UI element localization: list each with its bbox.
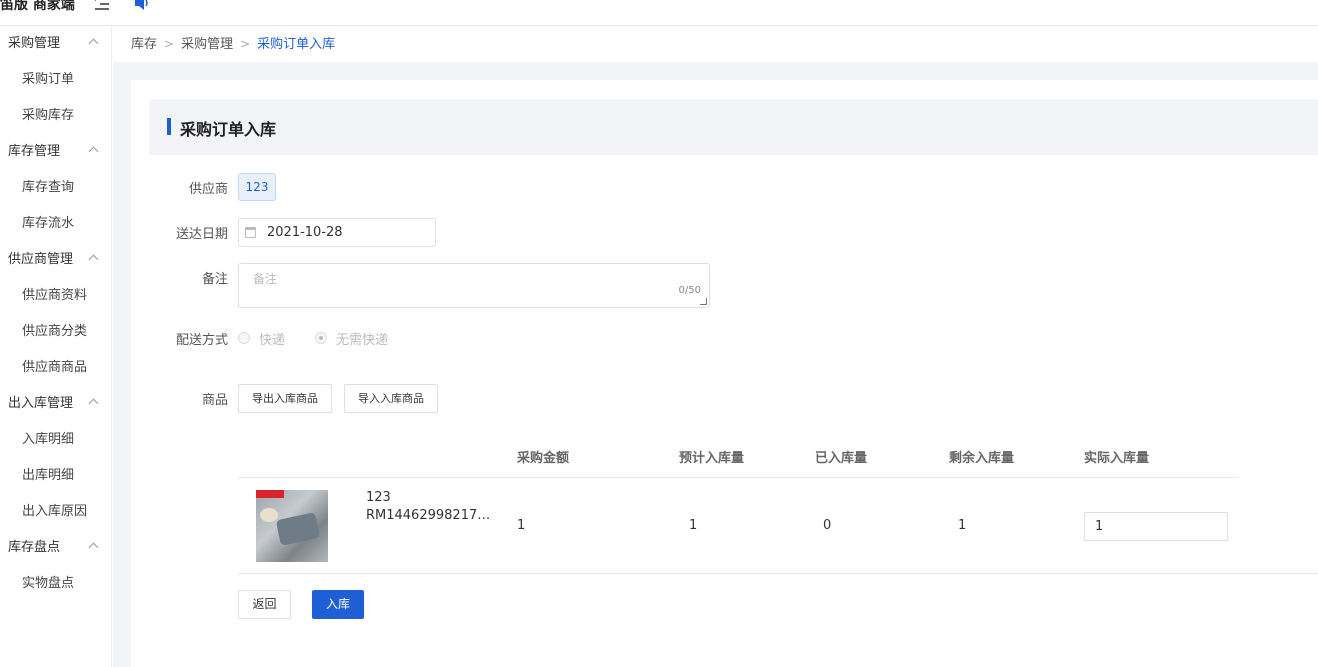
column-header-amount: 采购金额 xyxy=(517,451,570,466)
radio-no-express-label[interactable]: 无需快递 xyxy=(336,329,388,348)
sidebar-item-purchase-stock[interactable]: 采购库存 xyxy=(0,98,111,134)
remark-char-count: 0/50 xyxy=(678,285,701,296)
delivery-method-label: 配送方式 xyxy=(175,333,228,348)
sidebar-item-inventory-query[interactable]: 库存查询 xyxy=(0,170,111,206)
sidebar-item-physical-count[interactable]: 实物盘点 xyxy=(0,566,111,602)
remark-textarea[interactable]: 备注 0/50 xyxy=(238,263,710,308)
sidebar-group-inventory[interactable]: 库存管理 xyxy=(0,134,111,170)
sidebar-group-inout[interactable]: 出入库管理 xyxy=(0,386,111,422)
product-image-detail xyxy=(260,508,278,522)
sidebar-item-purchase-order[interactable]: 采购订单 xyxy=(0,62,111,98)
remark-placeholder: 备注 xyxy=(253,272,278,286)
product-thumbnail xyxy=(256,490,328,562)
top-bar: 笛版 商家端 xyxy=(0,0,1318,26)
app-title: 笛版 商家端 xyxy=(0,0,75,13)
sidebar-group-label: 库存管理 xyxy=(8,144,61,159)
sidebar: 采购管理 采购订单 采购库存 库存管理 库存查询 库存流水 供应商管理 供应商资… xyxy=(0,26,112,667)
table-row: 123 RM144629982177350000 1 1 0 1 1 xyxy=(238,478,1318,574)
speaker-icon[interactable] xyxy=(134,0,150,10)
product-image-detail xyxy=(275,512,321,546)
sidebar-group-label: 供应商管理 xyxy=(8,252,74,267)
calendar-icon xyxy=(245,227,256,238)
cell-expected: 1 xyxy=(689,518,698,533)
section-accent-bar xyxy=(167,118,171,135)
sidebar-item-inbound-detail[interactable]: 入库明细 xyxy=(0,422,111,458)
chevron-up-icon xyxy=(88,254,99,265)
import-goods-button[interactable]: 导入入库商品 xyxy=(344,384,438,413)
sidebar-item-supplier-profile[interactable]: 供应商资料 xyxy=(0,278,111,314)
breadcrumb-item[interactable]: 采购管理 xyxy=(181,37,233,52)
sidebar-group-purchase[interactable]: 采购管理 xyxy=(0,26,111,62)
cell-remaining: 1 xyxy=(958,518,967,533)
breadcrumb-item[interactable]: 库存 xyxy=(131,37,157,52)
sidebar-item-inout-reason[interactable]: 出入库原因 xyxy=(0,494,111,530)
actual-quantity-input[interactable]: 1 xyxy=(1084,512,1228,541)
submit-inbound-button[interactable]: 入库 xyxy=(312,590,364,619)
sidebar-group-label: 库存盘点 xyxy=(8,540,61,555)
breadcrumb: 库存 > 采购管理 > 采购订单入库 xyxy=(113,26,1318,62)
export-goods-button[interactable]: 导出入库商品 xyxy=(238,384,332,413)
delivery-date-value: 2021-10-28 xyxy=(267,225,343,240)
column-header-actual: 实际入库量 xyxy=(1084,451,1150,466)
product-code: RM144629982177350000 xyxy=(366,508,496,523)
cell-received: 0 xyxy=(823,518,832,533)
sidebar-group-stocktake[interactable]: 库存盘点 xyxy=(0,530,111,566)
section-header: 采购订单入库 xyxy=(149,99,1318,155)
supplier-tag: 123 xyxy=(238,173,276,201)
sidebar-group-supplier[interactable]: 供应商管理 xyxy=(0,242,111,278)
menu-toggle-icon[interactable] xyxy=(94,0,110,12)
chevron-up-icon xyxy=(88,542,99,553)
sidebar-item-inventory-flow[interactable]: 库存流水 xyxy=(0,206,111,242)
radio-express-label[interactable]: 快递 xyxy=(259,329,285,348)
sidebar-item-supplier-goods[interactable]: 供应商商品 xyxy=(0,350,111,386)
remark-label: 备注 xyxy=(201,272,228,287)
column-header-expected: 预计入库量 xyxy=(679,451,745,466)
main-content: 库存 > 采购管理 > 采购订单入库 采购订单入库 供应商 123 送达日期 2021-… xyxy=(113,26,1318,667)
product-name: 123 xyxy=(366,490,391,505)
product-brand-badge xyxy=(256,490,284,498)
column-header-received: 已入库量 xyxy=(815,451,868,466)
column-header-remaining: 剩余入库量 xyxy=(949,451,1015,466)
resize-grip-icon[interactable] xyxy=(700,298,707,305)
cell-amount: 1 xyxy=(517,518,526,533)
form-card: 采购订单入库 供应商 123 送达日期 2021-10-28 备注 备注 0/5… xyxy=(131,80,1318,667)
chevron-up-icon xyxy=(88,398,99,409)
delivery-date-input[interactable]: 2021-10-28 xyxy=(238,218,436,247)
sidebar-item-supplier-category[interactable]: 供应商分类 xyxy=(0,314,111,350)
back-button[interactable]: 返回 xyxy=(238,590,291,619)
sidebar-item-outbound-detail[interactable]: 出库明细 xyxy=(0,458,111,494)
chevron-up-icon xyxy=(88,38,99,49)
goods-table-header: 采购金额 预计入库量 已入库量 剩余入库量 实际入库量 xyxy=(238,436,1238,478)
sidebar-group-label: 出入库管理 xyxy=(8,396,74,411)
date-label: 送达日期 xyxy=(175,227,228,242)
chevron-right-icon: > xyxy=(164,37,175,51)
radio-no-express[interactable] xyxy=(315,332,327,344)
breadcrumb-current: 采购订单入库 xyxy=(257,37,336,52)
page-title: 采购订单入库 xyxy=(180,120,277,139)
chevron-up-icon xyxy=(88,146,99,157)
supplier-label: 供应商 xyxy=(188,182,228,197)
goods-label: 商品 xyxy=(201,393,228,408)
chevron-right-icon: > xyxy=(240,37,251,51)
radio-express[interactable] xyxy=(238,332,250,344)
sidebar-group-label: 采购管理 xyxy=(8,36,61,51)
